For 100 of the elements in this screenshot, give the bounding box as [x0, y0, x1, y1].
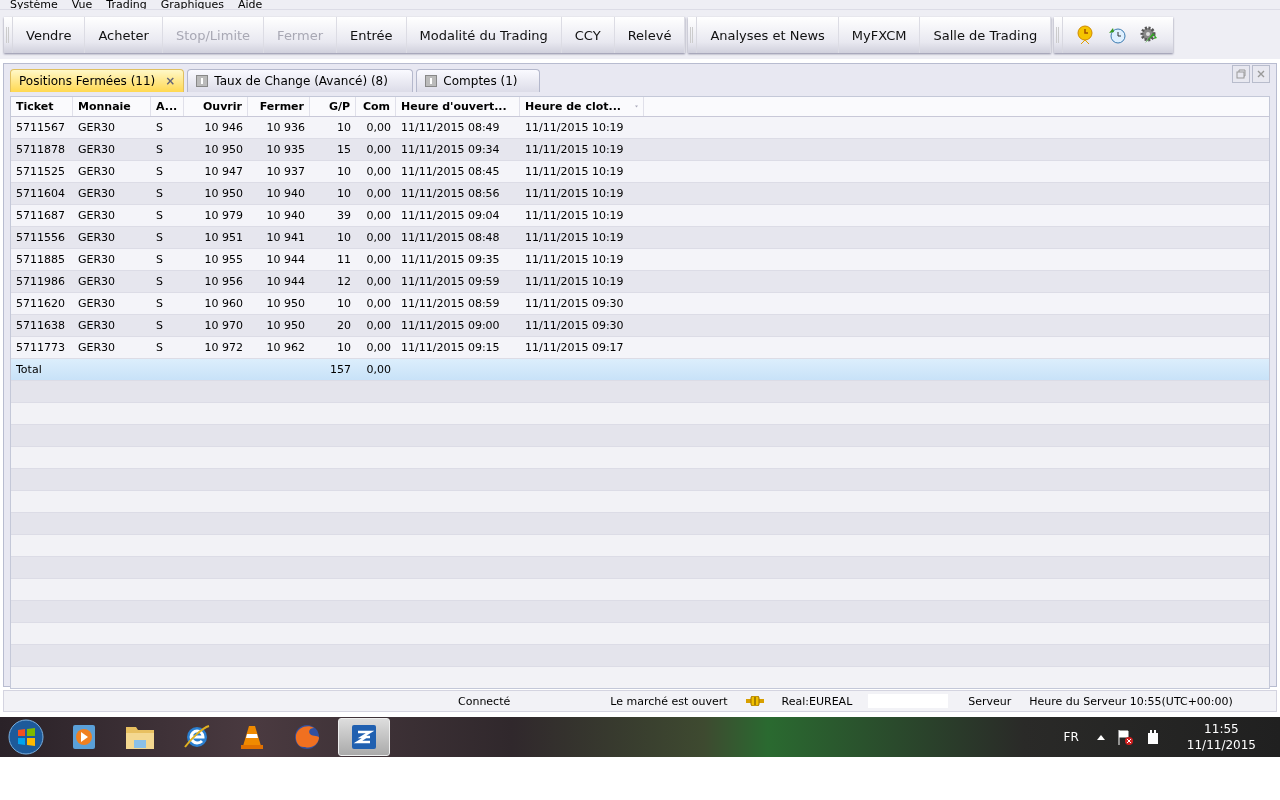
- table-cell-text: 10: [336, 340, 352, 356]
- table-cell-text: 10 950: [203, 142, 244, 158]
- show-hidden-icons-button[interactable]: [1096, 734, 1105, 740]
- toolbar-button[interactable]: Relevé: [614, 17, 686, 53]
- table-cell-text: 11/11/2015 09:00: [400, 318, 501, 334]
- column-header[interactable]: Heure d'ouvert...: [396, 97, 520, 116]
- account-label: Real:EUREAL: [781, 694, 853, 708]
- table-cell-text: S: [155, 318, 164, 334]
- table-cell-text: S: [155, 120, 164, 136]
- server-time: Heure du Serveur 10:55(UTC+00:00): [1029, 694, 1233, 708]
- table-cell-text: 10 950: [265, 296, 306, 312]
- media-player-icon[interactable]: [70, 723, 98, 751]
- table-cell-text: 0,00: [365, 296, 392, 312]
- toolbar-button[interactable]: Entrée: [337, 17, 407, 53]
- server-label: Serveur: [968, 694, 1012, 708]
- tab[interactable]: Taux de Change (Avancé) (8): [187, 69, 414, 92]
- table-cell-text: 10 960: [203, 296, 244, 312]
- table-cell-text: 0,00: [365, 318, 392, 334]
- tab[interactable]: Positions Fermées (11) ×: [10, 69, 185, 92]
- table-cell-text: 0,00: [365, 230, 392, 246]
- language-indicator[interactable]: FR: [1063, 730, 1079, 744]
- table-cell-text: Total: [15, 362, 43, 378]
- column-header[interactable]: Heure de clot...: [520, 97, 644, 116]
- table-cell-text: 10: [336, 120, 352, 136]
- column-header[interactable]: Com: [356, 97, 396, 116]
- history-clock-icon[interactable]: [1107, 25, 1128, 45]
- start-button[interactable]: [8, 719, 44, 755]
- table-cell-text: 5711525: [15, 164, 66, 180]
- tab[interactable]: Comptes (1): [416, 69, 541, 92]
- table-cell-text: GER30: [77, 142, 117, 158]
- table-cell-text: 11/11/2015 09:30: [524, 318, 625, 334]
- table-cell-text: 0,00: [365, 252, 392, 268]
- table-cell-text: 11/11/2015 09:04: [400, 208, 501, 224]
- clock-date[interactable]: 11/11/2015: [1186, 737, 1256, 753]
- tab-label: Taux de Change (Avancé) (8): [214, 74, 388, 88]
- table-cell-text: S: [155, 186, 164, 202]
- table-cell-text: 11/11/2015 08:48: [400, 230, 501, 246]
- toolbar-button[interactable]: Vendre: [13, 17, 86, 53]
- toolbar-button[interactable]: Salle de Trading: [920, 17, 1052, 53]
- gear-arrow-icon[interactable]: [1139, 25, 1160, 45]
- table-cell-text: 11/11/2015 09:30: [524, 296, 625, 312]
- column-header[interactable]: Ticket: [11, 97, 73, 116]
- toolbar-grip[interactable]: [4, 17, 13, 53]
- table-cell-text: 0,00: [365, 186, 392, 202]
- column-header[interactable]: Fermer: [248, 97, 310, 116]
- menu-item[interactable]: Aide: [237, 0, 263, 9]
- taskbar-button[interactable]: [338, 718, 390, 756]
- table-cell-text: 10 940: [265, 186, 306, 202]
- market-status: Le marché est ouvert: [610, 694, 728, 708]
- column-header[interactable]: G/P: [310, 97, 356, 116]
- table-cell-text: 5711687: [15, 208, 66, 224]
- column-header[interactable]: Ouvrir: [184, 97, 248, 116]
- table-cell-text: 10: [336, 164, 352, 180]
- fox-globe-icon[interactable]: [292, 722, 322, 752]
- toolbar-button[interactable]: CCY: [561, 17, 615, 53]
- window-icon: [425, 75, 438, 87]
- table-cell-text: 11/11/2015 09:34: [400, 142, 501, 158]
- toolbar-grip[interactable]: [1054, 17, 1064, 53]
- toolbar-grip[interactable]: [688, 17, 698, 53]
- table-cell-text: 10 944: [265, 252, 306, 268]
- toolbar-button[interactable]: MyFXCM: [838, 17, 921, 53]
- table-cell-text: 12: [336, 274, 352, 290]
- clock-time[interactable]: 11:55: [1204, 721, 1239, 737]
- column-header[interactable]: A...: [151, 97, 184, 116]
- table-cell-text: 5711986: [15, 274, 66, 290]
- tab-label: Comptes (1): [443, 74, 518, 88]
- table-cell-text: 11/11/2015 09:17: [524, 340, 625, 356]
- table-cell-text: 10 936: [265, 120, 306, 136]
- table-cell-text: S: [155, 274, 164, 290]
- toolbar-button[interactable]: Analyses et News: [697, 17, 839, 53]
- table-cell-text: 11/11/2015 10:19: [524, 230, 625, 246]
- table-cell-text: 10 941: [265, 230, 306, 246]
- table-cell-text: 10 955: [203, 252, 244, 268]
- table-cell-text: 11/11/2015 10:19: [524, 252, 625, 268]
- table-cell-text: 10 935: [265, 142, 306, 158]
- menu-item[interactable]: Vue: [71, 0, 93, 9]
- table-cell-text: 11/11/2015 09:59: [400, 274, 501, 290]
- table-cell-text: 11/11/2015 08:56: [400, 186, 501, 202]
- tab-label: Positions Fermées (11): [19, 74, 156, 88]
- toolbar-button[interactable]: Modalité du Trading: [406, 17, 562, 53]
- table-cell-text: 11/11/2015 10:19: [524, 164, 625, 180]
- table-cell-text: GER30: [77, 164, 117, 180]
- table-cell-text: 5711638: [15, 318, 66, 334]
- table-cell-text: 11/11/2015 08:49: [400, 120, 501, 136]
- table-cell-text: 0,00: [365, 164, 392, 180]
- table-cell-text: S: [155, 296, 164, 312]
- column-header[interactable]: Monnaie: [73, 97, 151, 116]
- clock-icon[interactable]: [1075, 25, 1096, 45]
- traffic-cone-icon[interactable]: [238, 723, 266, 751]
- table-cell-text: 10 956: [203, 274, 244, 290]
- table-cell-text: 10 944: [265, 274, 306, 290]
- table-cell-text: 5711773: [15, 340, 66, 356]
- close-tab-button[interactable]: ×: [165, 74, 176, 88]
- toolbar-button[interactable]: Acheter: [85, 17, 163, 53]
- table-cell-text: 11/11/2015 10:19: [524, 142, 625, 158]
- table-cell-text: 0,00: [365, 208, 392, 224]
- table-cell-text: 0,00: [365, 274, 392, 290]
- table-cell-text: GER30: [77, 340, 117, 356]
- flag-error-icon[interactable]: [1116, 729, 1133, 745]
- table-cell-text: GER30: [77, 296, 117, 312]
